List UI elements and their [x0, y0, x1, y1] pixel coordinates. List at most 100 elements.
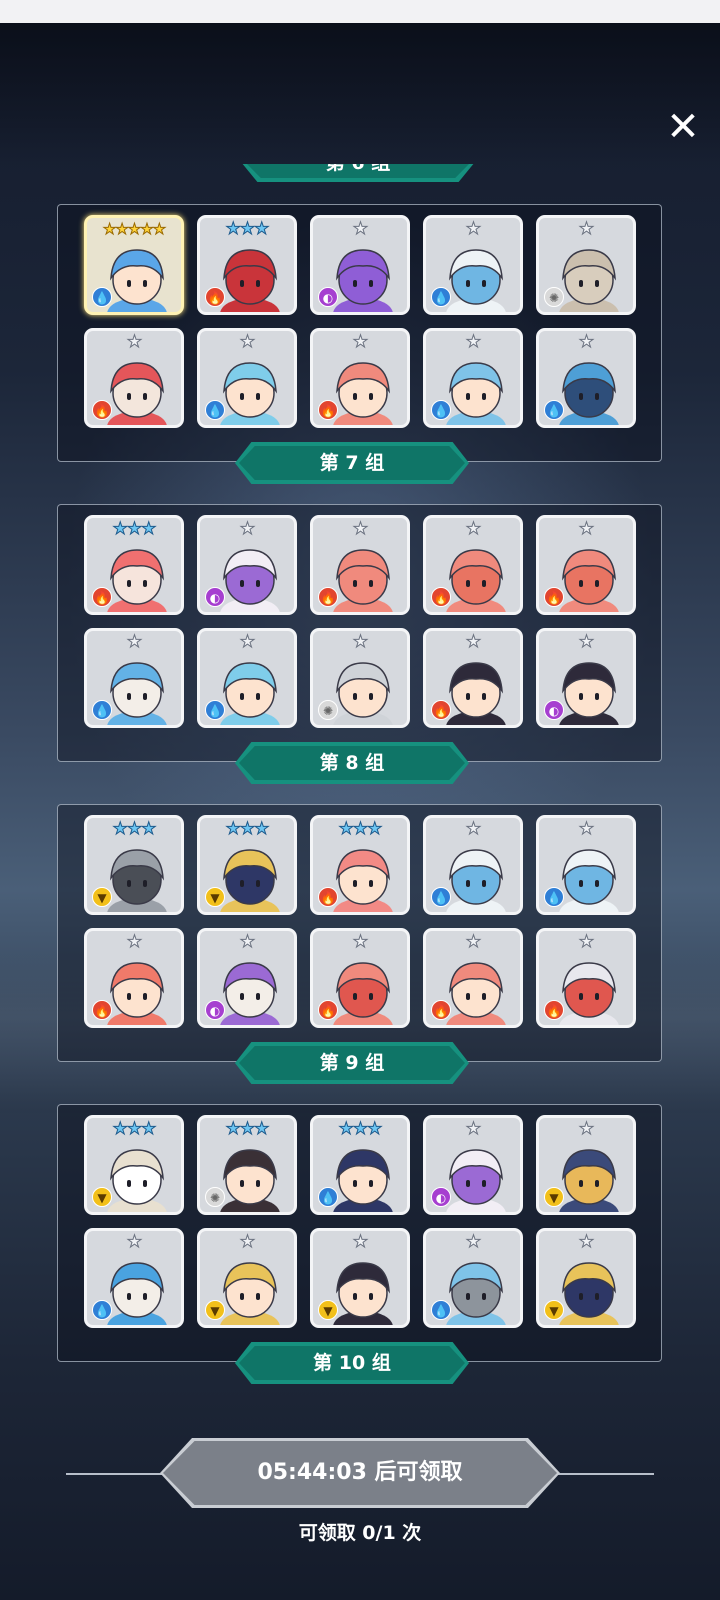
star-rating: ★★★	[112, 819, 157, 839]
hero-card[interactable]: ★ 🔥	[423, 928, 523, 1028]
hero-card[interactable]: ★ ▼	[536, 1115, 636, 1215]
thunder-element-icon: ▼	[92, 1187, 112, 1207]
star-rating: ★	[578, 819, 594, 839]
star-rating: ★	[578, 219, 594, 239]
hero-card[interactable]: ★ ◐	[197, 515, 297, 615]
hero-card[interactable]: ★ 🔥	[310, 515, 410, 615]
hero-card[interactable]: ★ ◐	[536, 628, 636, 728]
fire-element-icon: 🔥	[318, 587, 338, 607]
hero-card[interactable]: ★ 🔥	[536, 928, 636, 1028]
star-rating: ★	[578, 519, 594, 539]
hero-card[interactable]: ★ 💧	[84, 1228, 184, 1328]
group-panel: ★★★ ▼ ★★★ ▼ ★★★ 🔥 ★ 💧 ★ 💧 ★ 🔥 ★ ◐ ★ 🔥 ★ 🔥 ★ 🔥	[57, 804, 662, 1062]
thunder-element-icon: ▼	[544, 1187, 564, 1207]
hero-card[interactable]: ★ 🔥	[84, 928, 184, 1028]
hero-card[interactable]: ★ ▼	[536, 1228, 636, 1328]
star-rating: ★	[239, 519, 255, 539]
star-rating: ★	[239, 1232, 255, 1252]
hero-card[interactable]: ★ ▼	[310, 1228, 410, 1328]
star-rating: ★	[578, 1119, 594, 1139]
fire-element-icon: 🔥	[544, 1000, 564, 1020]
hero-card[interactable]: ★ 💧	[536, 815, 636, 915]
group-banner[interactable]: 第 10 组	[235, 1342, 469, 1384]
group-banner-label: 第 10 组	[313, 1352, 391, 1374]
star-rating: ★	[465, 519, 481, 539]
group-panel: ★★★★★ 💧 ★★★ 🔥 ★ ◐ ★ 💧 ★ ✺ ★ 🔥 ★ 💧 ★ 🔥 ★ 💧 ★ 💧	[57, 204, 662, 462]
group-banner-label: 第 7 组	[319, 452, 385, 474]
status-bar	[0, 0, 720, 23]
star-rating: ★★★	[225, 1119, 270, 1139]
hero-card[interactable]: ★ 🔥	[536, 515, 636, 615]
star-rating: ★	[352, 932, 368, 952]
star-rating: ★	[578, 1232, 594, 1252]
group-banner[interactable]: 第 9 组	[235, 1042, 469, 1084]
star-rating: ★	[239, 332, 255, 352]
star-rating: ★★★	[338, 1119, 383, 1139]
group-banner[interactable]: 第 8 组	[235, 742, 469, 784]
light-element-icon: ✺	[544, 287, 564, 307]
fire-element-icon: 🔥	[318, 400, 338, 420]
hero-card[interactable]: ★ 💧	[197, 328, 297, 428]
hero-card[interactable]: ★ ✺	[536, 215, 636, 315]
thunder-element-icon: ▼	[318, 1300, 338, 1320]
hero-card[interactable]: ★★★ 🔥	[84, 515, 184, 615]
hero-card[interactable]: ★★★ 🔥	[310, 815, 410, 915]
star-rating: ★	[465, 219, 481, 239]
hero-card[interactable]: ★ 🔥	[310, 328, 410, 428]
thunder-element-icon: ▼	[544, 1300, 564, 1320]
star-rating: ★	[126, 932, 142, 952]
water-element-icon: 💧	[431, 287, 451, 307]
hero-card[interactable]: ★ 🔥	[423, 628, 523, 728]
hero-card[interactable]: ★ 💧	[536, 328, 636, 428]
hero-card[interactable]: ★★★ 💧	[310, 1115, 410, 1215]
star-rating: ★	[578, 932, 594, 952]
hero-card[interactable]: ★ 🔥	[423, 515, 523, 615]
hero-card[interactable]: ★★★ ✺	[197, 1115, 297, 1215]
hero-card[interactable]: ★★★ ▼	[84, 1115, 184, 1215]
water-element-icon: 💧	[92, 287, 112, 307]
hero-card[interactable]: ★ 💧	[423, 1228, 523, 1328]
hero-card[interactable]: ★ 💧	[423, 328, 523, 428]
star-rating: ★	[239, 632, 255, 652]
star-rating: ★	[352, 1232, 368, 1252]
hero-card[interactable]: ★ ◐	[197, 928, 297, 1028]
hero-card[interactable]: ★ ◐	[423, 1115, 523, 1215]
fire-element-icon: 🔥	[92, 1000, 112, 1020]
hero-grid: ★★★ 🔥 ★ ◐ ★ 🔥 ★ 🔥 ★ 🔥 ★ 💧 ★ 💧 ★ ✺ ★ 🔥 ★ ◐	[84, 515, 636, 728]
star-rating: ★★★★★	[102, 220, 166, 239]
star-rating: ★	[465, 1119, 481, 1139]
hero-card[interactable]: ★ 🔥	[310, 928, 410, 1028]
group-list[interactable]: 第 6 组 ★★★★★💧★★★🔥★◐★💧★✺★🔥★💧★🔥★💧★💧第 7 组★★★…	[0, 164, 720, 1398]
fire-element-icon: 🔥	[318, 1000, 338, 1020]
hero-card[interactable]: ★ 💧	[84, 628, 184, 728]
star-rating: ★	[578, 632, 594, 652]
hero-grid: ★★★ ▼ ★★★ ✺ ★★★ 💧 ★ ◐ ★ ▼ ★ 💧 ★ ▼ ★ ▼ ★ 💧 ★ ▼	[84, 1115, 636, 1328]
water-element-icon: 💧	[92, 700, 112, 720]
group-banner[interactable]: 第 7 组	[235, 442, 469, 484]
hero-card[interactable]: ★ 🔥	[84, 328, 184, 428]
hero-card[interactable]: ★ ▼	[197, 1228, 297, 1328]
hero-card[interactable]: ★ ✺	[310, 628, 410, 728]
water-element-icon: 💧	[544, 887, 564, 907]
group-panel: ★★★ ▼ ★★★ ✺ ★★★ 💧 ★ ◐ ★ ▼ ★ 💧 ★ ▼ ★ ▼ ★ 💧 ★ ▼	[57, 1104, 662, 1362]
star-rating: ★★★	[112, 1119, 157, 1139]
hero-card[interactable]: ★★★ 🔥	[197, 215, 297, 315]
star-rating: ★★★	[112, 519, 157, 539]
claim-button[interactable]: 05:44:03 后可领取	[160, 1438, 560, 1508]
star-rating: ★	[465, 1232, 481, 1252]
star-rating: ★	[126, 332, 142, 352]
hero-card[interactable]: ★ 💧	[197, 628, 297, 728]
hero-card[interactable]: ★★★ ▼	[84, 815, 184, 915]
hero-card[interactable]: ★ 💧	[423, 815, 523, 915]
fire-element-icon: 🔥	[431, 1000, 451, 1020]
hero-card[interactable]: ★★★ ▼	[197, 815, 297, 915]
star-rating: ★	[465, 632, 481, 652]
fire-element-icon: 🔥	[92, 587, 112, 607]
star-rating: ★	[578, 332, 594, 352]
close-button[interactable]: ✕	[664, 107, 702, 147]
hero-card[interactable]: ★ 💧	[423, 215, 523, 315]
hero-card[interactable]: ★ ◐	[310, 215, 410, 315]
hero-card[interactable]: ★★★★★ 💧	[84, 215, 184, 315]
star-rating: ★	[465, 332, 481, 352]
star-rating: ★★★	[338, 819, 383, 839]
